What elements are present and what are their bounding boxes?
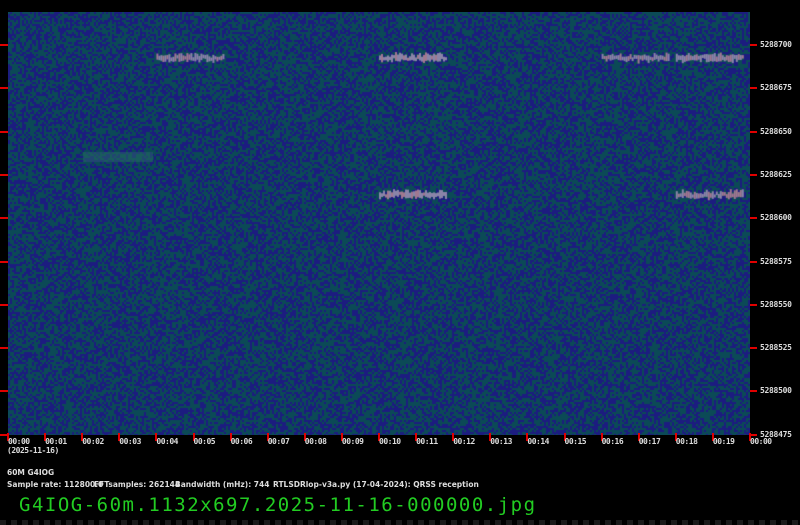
y-tick <box>750 130 757 133</box>
y-tick <box>0 390 8 393</box>
x-tick-label: 00:03 <box>119 437 141 446</box>
y-tick-label: 5288550 <box>760 299 792 309</box>
fft-samples: FFTsamples: 262144 <box>94 480 181 489</box>
software-version: RTLSDRlop-v3a.py (17-04-2024): QRSS rece… <box>273 480 479 489</box>
x-tick-label: 00:05 <box>193 437 216 446</box>
y-tick <box>750 173 757 176</box>
y-tick <box>750 87 757 90</box>
x-tick-label: 00:14 <box>527 437 549 446</box>
spectrogram-waterfall <box>8 12 750 435</box>
y-tick-label: 5288625 <box>760 169 792 179</box>
x-tick-label: 00:13 <box>490 437 512 446</box>
y-tick-label: 5288600 <box>760 213 792 223</box>
y-tick-label: 5288500 <box>760 386 792 396</box>
y-tick <box>0 87 8 90</box>
y-tick <box>0 303 8 306</box>
decorative-strip <box>0 520 800 525</box>
image-filename: G4IOG-60m.1132x697.2025-11-16-000000.jpg <box>19 494 537 516</box>
x-tick-label: 00:10 <box>379 437 401 446</box>
y-tick <box>750 44 757 46</box>
y-tick-label: 5288650 <box>760 126 792 136</box>
y-tick <box>750 347 757 350</box>
x-tick-label: 00:15 <box>564 437 587 446</box>
y-tick <box>750 433 757 436</box>
x-tick-label: 00:16 <box>601 437 624 446</box>
x-tick-label: 00:04 <box>156 437 178 446</box>
x-tick-label: 00:18 <box>675 437 698 446</box>
x-tick-label: 00:06 <box>230 437 253 446</box>
x-tick-label: 00:08 <box>304 437 327 446</box>
x-tick-label: 00:01 <box>45 437 67 446</box>
x-tick-label: 00:09 <box>341 437 364 446</box>
x-tick-label: 00:07 <box>267 437 290 446</box>
x-tick-label: 00:17 <box>638 437 661 446</box>
y-tick <box>0 130 8 133</box>
y-tick <box>0 44 8 46</box>
y-tick-label: 5288700 <box>760 40 792 49</box>
y-tick <box>0 173 8 176</box>
bandwidth: Bandwidth (mHz): 744 <box>175 480 270 489</box>
y-tick <box>750 303 757 306</box>
x-tick-label: 00:12 <box>453 437 475 446</box>
y-tick-label: 5288575 <box>760 256 792 266</box>
y-tick <box>750 260 757 263</box>
y-tick <box>750 390 757 393</box>
x-tick-label: 00:19 <box>712 437 735 446</box>
sample-rate: Sample rate: 112800.0 <box>7 480 104 489</box>
y-tick <box>0 217 8 220</box>
x-tick-label: 00:02 <box>82 437 104 446</box>
station-label: 60M G4IOG <box>7 468 55 477</box>
y-tick <box>750 217 757 220</box>
x-tick-label: 00:00 <box>8 437 30 446</box>
y-tick-label: 5288525 <box>760 343 792 353</box>
x-tick-label: 00:00 <box>750 437 772 446</box>
y-tick <box>0 260 8 263</box>
x-tick-label: 00:11 <box>416 437 438 446</box>
y-tick <box>0 347 8 350</box>
date-label: (2025-11-16) <box>7 446 59 455</box>
y-tick-label: 5288675 <box>760 83 792 93</box>
